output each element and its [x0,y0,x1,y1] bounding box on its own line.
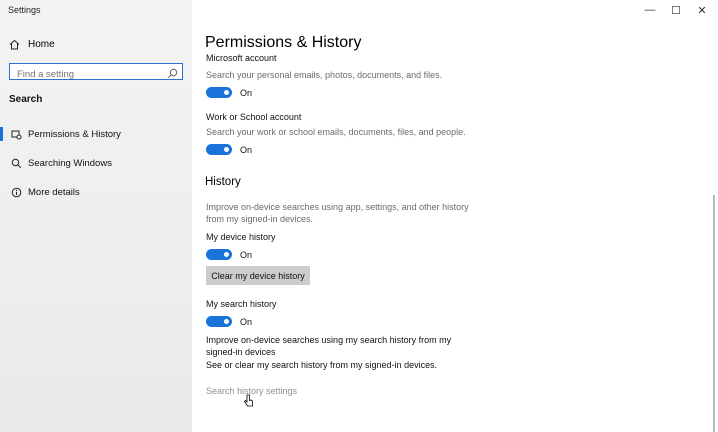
work-account-toggle-row[interactable]: On [206,144,252,155]
home-icon [9,39,23,50]
search-history-toggle-row[interactable]: On [206,316,252,327]
work-account-label: Work or School account [206,112,302,122]
search-icon[interactable] [167,66,178,84]
history-heading: History [205,176,241,188]
permissions-icon [9,129,23,140]
search-history-description-line1: Improve on-device searches using my sear… [206,335,452,345]
sidebar-item-permissions-history[interactable]: Permissions & History [0,125,192,143]
sidebar-item-more-details[interactable]: More details [0,183,192,201]
find-setting-input[interactable] [10,67,160,82]
home-label: Home [28,38,55,50]
hand-cursor-icon [243,394,254,413]
search-history-description-line3: See or clear my search history from my s… [206,360,438,370]
history-description-line2: from my signed-in devices. [206,214,314,224]
microsoft-account-toggle-row[interactable]: On [206,87,252,98]
toggle-state-label: On [240,316,253,327]
main-content: — ☐ ✕ Microsoft account Permissions & Hi… [192,0,718,432]
info-icon [9,187,23,198]
work-account-description: Search your work or school emails, docum… [206,127,466,137]
device-history-label: My device history [206,232,276,242]
search-history-label: My search history [206,299,277,309]
page-title: Permissions & History [205,34,362,51]
sidebar: Settings Home Search Permissions & Histo… [0,0,192,432]
device-history-toggle-row[interactable]: On [206,249,252,260]
home-nav-item[interactable]: Home [9,37,55,51]
device-history-toggle[interactable] [206,249,232,260]
close-button[interactable]: ✕ [687,0,717,20]
find-setting-search-box[interactable] [9,63,183,82]
history-description-line1: Improve on-device searches using app, se… [206,202,469,212]
sidebar-item-label: Searching Windows [28,157,112,169]
toggle-state-label: On [240,144,253,155]
toggle-state-label: On [240,87,253,98]
app-title: Settings [8,5,41,15]
sidebar-item-label: Permissions & History [28,128,121,140]
search-icon [9,158,23,169]
sidebar-item-label: More details [28,186,80,198]
work-account-toggle[interactable] [206,144,232,155]
scrollbar[interactable] [713,195,715,432]
sidebar-item-searching-windows[interactable]: Searching Windows [0,154,192,172]
clear-device-history-button[interactable]: Clear my device history [206,266,310,285]
microsoft-account-description: Search your personal emails, photos, doc… [206,70,443,80]
microsoft-account-label: Microsoft account [206,53,277,63]
toggle-state-label: On [240,249,253,260]
search-history-toggle[interactable] [206,316,232,327]
sidebar-section-search: Search [9,94,43,105]
microsoft-account-toggle[interactable] [206,87,232,98]
search-history-description-line2: signed-in devices [206,347,276,357]
